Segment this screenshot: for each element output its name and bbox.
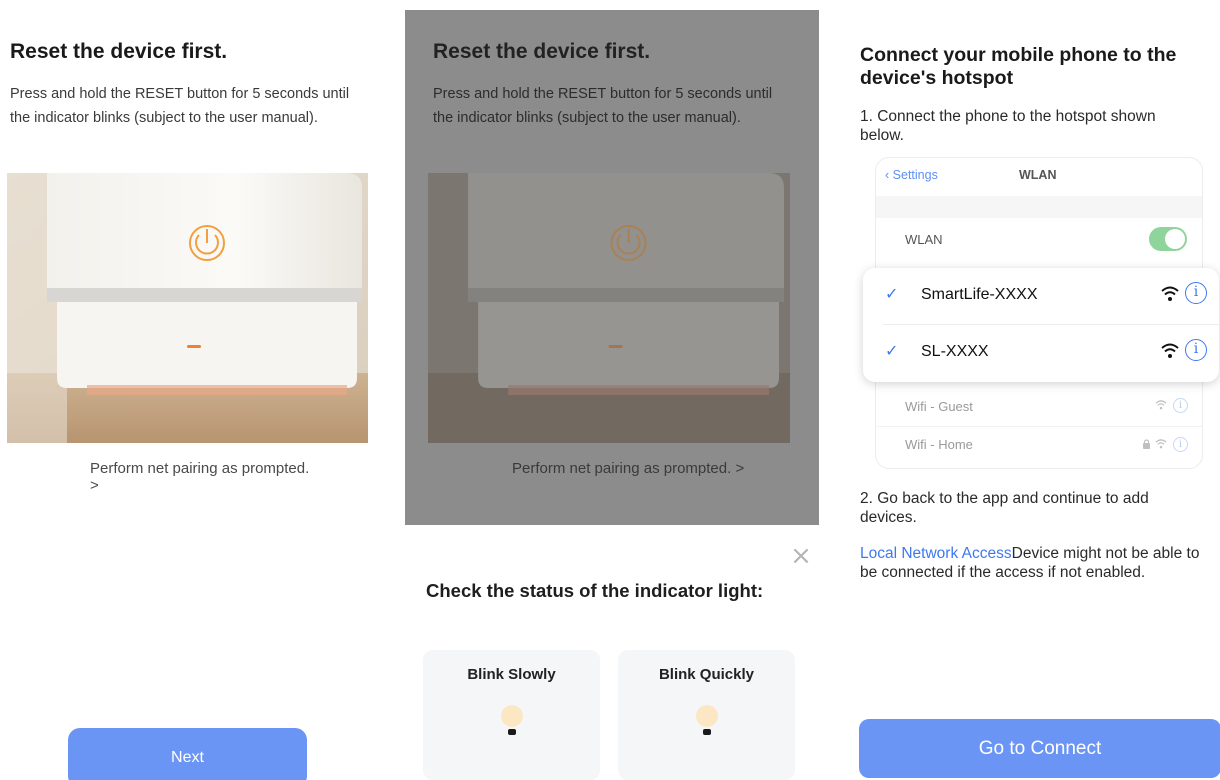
info-icon: i xyxy=(1185,339,1207,361)
next-button[interactable]: Next xyxy=(68,728,307,780)
local-network-access-note: Local Network AccessDevice might not be … xyxy=(860,544,1210,582)
info-icon: i xyxy=(1185,282,1207,304)
back-chevron-icon: ‹ xyxy=(885,168,890,182)
wifi-icon xyxy=(1155,400,1167,410)
reset-instructions: Press and hold the RESET button for 5 se… xyxy=(10,86,350,126)
local-network-access-link[interactable]: Local Network Access xyxy=(860,545,1012,562)
option-label: Blink Slowly xyxy=(467,666,556,683)
go-to-connect-button[interactable]: Go to Connect xyxy=(859,719,1220,778)
network-status-icons: i xyxy=(1128,397,1188,413)
reset-instructions: Press and hold the RESET button for 5 se… xyxy=(433,86,773,126)
wifi-icon xyxy=(1155,439,1167,449)
blink-quickly-option[interactable]: Blink Quickly xyxy=(618,650,795,780)
toggle-knob xyxy=(1165,229,1185,249)
network-row: ✓ SL-XXXX i xyxy=(863,325,1219,381)
indicator-status-title: Check the status of the indicator light: xyxy=(426,580,764,601)
section-spacer xyxy=(876,196,1202,218)
wlan-toggle xyxy=(1149,227,1187,251)
checkmark-icon: ✓ xyxy=(885,343,899,360)
network-name: SmartLife-XXXX xyxy=(921,286,1038,303)
pairing-guide-link[interactable]: Perform net pairing as prompted. > xyxy=(90,460,320,494)
settings-back-label: Settings xyxy=(892,168,938,182)
option-label: Blink Quickly xyxy=(658,666,755,683)
wlan-header-title: WLAN xyxy=(1019,168,1057,182)
wifi-icon xyxy=(1161,343,1179,358)
network-status-icons: i xyxy=(1128,436,1188,452)
blink-slowly-option[interactable]: Blink Slowly xyxy=(423,650,600,780)
network-name: Wifi - Home xyxy=(905,437,973,452)
checkmark-icon: ✓ xyxy=(885,286,899,303)
bulb-icon xyxy=(501,705,523,735)
network-row: ✓ SmartLife-XXXX i xyxy=(863,268,1219,325)
lock-icon xyxy=(1143,439,1151,449)
device-photo xyxy=(428,173,790,443)
info-icon: i xyxy=(1173,398,1188,413)
close-icon[interactable]: × xyxy=(790,543,812,569)
page-title: Reset the device first. xyxy=(10,40,228,63)
hotspot-network-list: ✓ SmartLife-XXXX i ✓ SL-XXXX i xyxy=(863,268,1219,382)
network-name: SL-XXXX xyxy=(921,343,989,360)
page-title: Reset the device first. xyxy=(433,40,651,63)
step-one-text: 1. Connect the phone to the hotspot show… xyxy=(860,108,1156,144)
step-two-text: 2. Go back to the app and continue to ad… xyxy=(860,490,1149,526)
device-photo xyxy=(7,173,368,443)
wlan-toggle-label: WLAN xyxy=(905,232,943,247)
wifi-icon xyxy=(1161,286,1179,301)
bulb-icon xyxy=(696,705,718,735)
page-title: Connect your mobile phone to the device'… xyxy=(860,44,1177,89)
network-name: Wifi - Guest xyxy=(905,399,973,414)
wlan-settings-header: ‹ Settings WLAN xyxy=(885,168,1195,188)
pairing-guide-link: Perform net pairing as prompted. > xyxy=(512,460,745,477)
info-icon: i xyxy=(1173,437,1188,452)
divider xyxy=(877,426,1202,427)
